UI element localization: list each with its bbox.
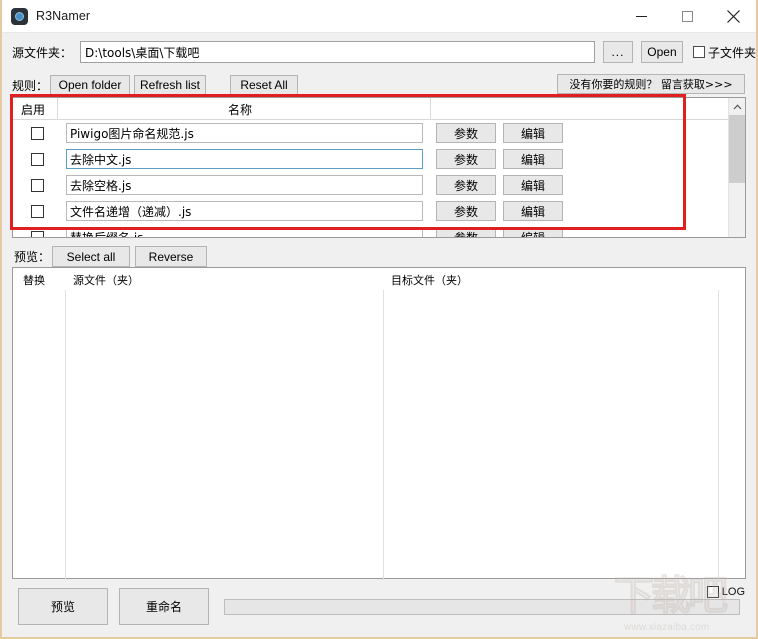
rule-param-button[interactable]: 参数: [436, 149, 496, 169]
rule-name-input[interactable]: Piwigo图片命名规范.js: [66, 123, 423, 143]
rule-edit-button[interactable]: 编辑: [503, 149, 563, 169]
rules-toolbar: 规则： Open folder Refresh list Reset All 没…: [2, 73, 756, 97]
close-button[interactable]: [710, 0, 756, 33]
browse-button[interactable]: ...: [602, 41, 633, 63]
rule-enable-checkbox[interactable]: [31, 204, 44, 218]
table-row: 文件名递增（递减）.js 参数 编辑: [13, 198, 745, 224]
progress-bar: [224, 599, 740, 615]
preview-label: 预览：: [14, 250, 51, 264]
table-row: 去除中文.js 参数 编辑: [13, 146, 745, 172]
column-header-enable: 启用: [21, 103, 46, 117]
app-icon-glyph: [15, 11, 24, 21]
rule-name-input[interactable]: 去除空格.js: [66, 175, 423, 195]
window-title: R3Namer: [36, 9, 91, 23]
rule-param-button[interactable]: 参数: [436, 227, 496, 237]
source-folder-label: 源文件夹：: [12, 45, 73, 60]
rules-list-header: 启用 名称: [13, 98, 745, 120]
preview-toolbar: 预览： Select all Reverse: [2, 245, 756, 268]
rule-param-button[interactable]: 参数: [436, 123, 496, 143]
open-folder-button[interactable]: Open folder: [50, 74, 130, 96]
preview-column-divider-2: [383, 268, 384, 580]
header-divider-2: [430, 98, 431, 120]
refresh-list-button[interactable]: Refresh list: [134, 74, 206, 96]
header-divider: [57, 98, 58, 120]
preview-table-header: 替换 源文件（夹） 目标文件（夹）: [13, 268, 745, 290]
rule-param-button[interactable]: 参数: [436, 201, 496, 221]
source-folder-row: 源文件夹： D:\tools\桌面\下载吧 ... Open 子文件夹: [2, 40, 756, 64]
table-row: 去除空格.js 参数 编辑: [13, 172, 745, 198]
title-bar: R3Namer: [2, 0, 756, 33]
app-icon: [11, 7, 28, 25]
rule-edit-button[interactable]: 编辑: [503, 123, 563, 143]
minimize-button[interactable]: [618, 0, 664, 33]
preview-table[interactable]: 替换 源文件（夹） 目标文件（夹）: [12, 267, 746, 580]
preview-column-target: 目标文件（夹）: [391, 274, 468, 287]
rules-label: 规则：: [12, 78, 49, 93]
rename-action-button[interactable]: 重命名: [119, 588, 209, 625]
rule-name-input[interactable]: 文件名递增（递减）.js: [66, 201, 423, 221]
scroll-up-icon[interactable]: [729, 98, 745, 115]
preview-column-source: 源文件（夹）: [73, 274, 139, 287]
source-folder-input[interactable]: D:\tools\桌面\下载吧: [80, 41, 595, 63]
log-checkbox[interactable]: LOG: [706, 586, 745, 598]
maximize-button[interactable]: [664, 0, 710, 33]
subfolder-label: 子文件夹: [707, 45, 756, 60]
rule-name-input[interactable]: 去除中文.js: [66, 149, 423, 169]
rule-name-input[interactable]: 替换后缀名.js: [66, 227, 423, 237]
log-label: LOG: [721, 586, 745, 598]
rule-edit-button[interactable]: 编辑: [503, 175, 563, 195]
rule-edit-button[interactable]: 编辑: [503, 201, 563, 221]
bottom-bar: 预览 重命名 LOG: [2, 583, 756, 637]
column-header-name: 名称: [228, 103, 253, 117]
rule-edit-button[interactable]: 编辑: [503, 227, 563, 237]
request-rule-link[interactable]: 没有你要的规则？ 留言获取>>>: [557, 74, 745, 94]
rule-enable-checkbox[interactable]: [31, 178, 44, 192]
rule-enable-checkbox[interactable]: [31, 152, 44, 166]
window-controls: [618, 0, 756, 33]
preview-column-divider-3: [718, 268, 719, 580]
rule-enable-checkbox[interactable]: [31, 230, 44, 237]
preview-column-replace: 替换: [23, 274, 45, 287]
rule-enable-checkbox[interactable]: [31, 126, 44, 140]
checkbox-icon[interactable]: [692, 46, 705, 58]
preview-column-divider-1: [65, 268, 66, 580]
table-row: 替换后缀名.js 参数 编辑: [13, 224, 745, 237]
subfolder-checkbox[interactable]: 子文件夹: [692, 44, 756, 61]
open-button[interactable]: Open: [640, 41, 683, 63]
table-row: Piwigo图片命名规范.js 参数 编辑: [13, 120, 745, 146]
reverse-button[interactable]: Reverse: [135, 246, 207, 267]
scrollbar-thumb[interactable]: [729, 115, 745, 183]
checkbox-icon[interactable]: [706, 586, 719, 598]
rules-list-panel: 启用 名称 Piwigo图片命名规范.js 参数 编辑 去除中文.js 参数 编辑 去除空格…: [12, 97, 746, 238]
preview-action-button[interactable]: 预览: [18, 588, 108, 625]
select-all-button[interactable]: Select all: [52, 246, 130, 267]
rules-scrollbar[interactable]: [728, 98, 745, 237]
app-window: R3Namer 源文件夹： D:\tools\桌面\下载吧 ... Open 子…: [0, 0, 758, 639]
rule-param-button[interactable]: 参数: [436, 175, 496, 195]
reset-all-button[interactable]: Reset All: [230, 74, 298, 96]
rules-list-body: Piwigo图片命名规范.js 参数 编辑 去除中文.js 参数 编辑 去除空格.js 参数编…: [13, 120, 745, 237]
